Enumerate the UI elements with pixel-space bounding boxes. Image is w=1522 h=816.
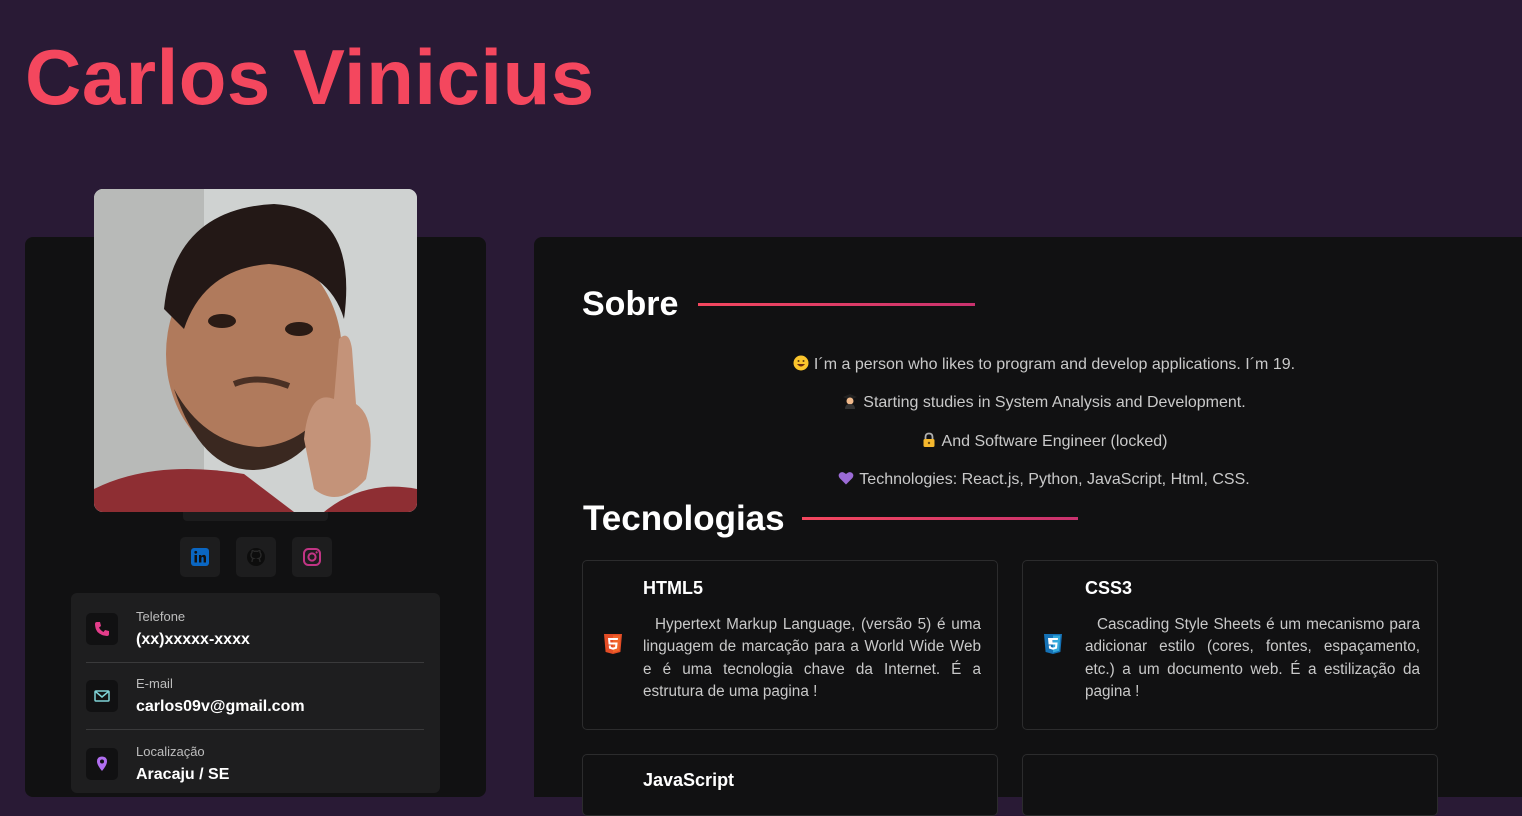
about-text: I´m a person who likes to program and de… <box>813 356 1296 373</box>
about-line: Starting studies in System Analysis and … <box>534 393 1522 414</box>
contact-location: Localização Aracaju / SE <box>86 738 424 806</box>
mail-icon <box>86 680 118 712</box>
phone-value: (xx)xxxxx-xxxx <box>136 631 250 648</box>
contact-list: Telefone (xx)xxxxx-xxxx E-mail carlos09v… <box>71 593 440 793</box>
github-button[interactable] <box>236 537 276 577</box>
card-title: HTML5 <box>643 578 703 598</box>
card-title: CSS3 <box>1085 578 1133 598</box>
about-line: And Software Engineer (locked) <box>534 432 1522 453</box>
contact-label: E-mail <box>136 676 173 691</box>
card-description: Cascading Style Sheets é um mecanismo pa… <box>1085 616 1420 700</box>
tecnologias-title-underline <box>802 517 1078 520</box>
linkedin-icon <box>191 548 209 566</box>
site-title: Carlos Vinicius <box>25 33 595 121</box>
phone-icon <box>86 613 118 645</box>
linkedin-button[interactable] <box>180 537 220 577</box>
card-title: JavaScript <box>643 770 735 790</box>
sobre-title: Sobre <box>582 285 679 323</box>
location-icon <box>86 748 118 780</box>
instagram-icon <box>303 548 321 566</box>
about-line: Technologies: React.js, Python, JavaScri… <box>534 470 1522 491</box>
about-text: Starting studies in System Analysis and … <box>863 394 1246 411</box>
contact-phone: Telefone (xx)xxxxx-xxxx <box>86 603 424 663</box>
about-line: I´m a person who likes to program and de… <box>534 355 1522 376</box>
avatar <box>94 189 417 512</box>
lock-icon <box>921 432 937 453</box>
location-value: Aracaju / SE <box>136 766 230 783</box>
social-links <box>180 537 332 577</box>
tecnologias-title: Tecnologias <box>583 499 785 538</box>
css3-icon <box>1043 633 1063 660</box>
instagram-button[interactable] <box>292 537 332 577</box>
card-description: Hypertext Markup Language, (versão 5) é … <box>643 616 981 700</box>
tech-card <box>1022 754 1438 816</box>
contact-label: Telefone <box>136 609 186 624</box>
html5-icon <box>603 633 623 660</box>
github-icon <box>247 548 265 566</box>
student-icon <box>842 393 858 414</box>
about-text: Technologies: React.js, Python, JavaScri… <box>859 471 1250 488</box>
about-text: And Software Engineer (locked) <box>941 433 1168 450</box>
contact-email: E-mail carlos09v@gmail.com <box>86 670 424 730</box>
contact-label: Localização <box>136 744 205 759</box>
grinning-face-icon <box>793 355 809 376</box>
email-value[interactable]: carlos09v@gmail.com <box>136 698 305 716</box>
sobre-title-underline <box>698 303 975 306</box>
purple-heart-icon <box>838 470 854 491</box>
